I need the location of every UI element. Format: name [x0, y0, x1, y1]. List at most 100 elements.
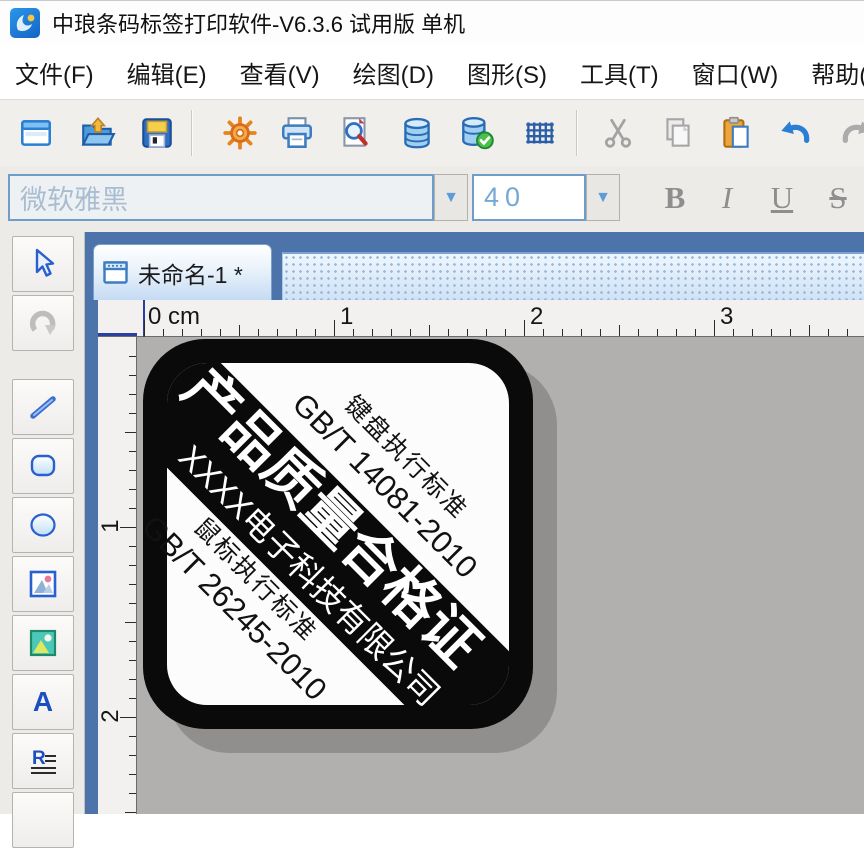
ruler-tick	[714, 320, 715, 336]
save-button[interactable]	[134, 107, 180, 159]
ruler-tick	[581, 329, 582, 336]
save-floppy-icon	[138, 114, 176, 152]
ruler-tick	[638, 329, 639, 336]
open-folder-icon	[79, 114, 117, 152]
ruler-tick	[828, 329, 829, 336]
ruler-tick	[129, 679, 136, 680]
ruler-tick	[220, 329, 221, 336]
print-preview-button[interactable]	[332, 107, 378, 159]
picture-tool-button[interactable]	[12, 615, 74, 671]
database-button[interactable]	[394, 107, 440, 159]
font-size-input[interactable]	[472, 174, 586, 221]
font-name-dropdown[interactable]: ▼	[434, 174, 468, 221]
ruler-tick	[277, 329, 278, 336]
database-check-button[interactable]	[454, 107, 500, 159]
svg-text:A: A	[33, 686, 53, 717]
select-tool-button[interactable]	[12, 236, 74, 292]
menu-tools[interactable]: 工具(T)	[580, 55, 659, 90]
redo-button[interactable]	[834, 107, 864, 159]
menu-edit[interactable]: 编辑(E)	[127, 55, 207, 90]
strikethrough-button[interactable]: S	[815, 175, 861, 221]
chevron-down-icon: ▼	[443, 189, 459, 207]
ruler-tick	[486, 329, 487, 336]
ruler-tick	[600, 329, 601, 336]
rotate-tool-button[interactable]	[12, 295, 74, 351]
paste-button[interactable]	[713, 107, 759, 159]
font-name-input[interactable]	[8, 174, 434, 221]
text-icon: A	[25, 684, 61, 720]
italic-button[interactable]: I	[704, 175, 750, 221]
ellipse-tool-button[interactable]	[12, 497, 74, 553]
toolbar-separator	[191, 110, 193, 156]
line-icon	[25, 389, 61, 425]
document-tab[interactable]: 未命名-1 *	[93, 244, 272, 300]
tab-bar-filler	[282, 252, 864, 300]
ruler-tick	[315, 329, 316, 336]
ruler-tick	[129, 546, 136, 547]
ruler-tick	[129, 793, 136, 794]
underline-button[interactable]: U	[759, 175, 805, 221]
redo-icon	[838, 114, 864, 152]
document-tab-label: 未命名-1 *	[138, 256, 243, 290]
ruler-tick	[619, 325, 620, 336]
ruler-tick	[129, 565, 136, 566]
copy-button[interactable]	[655, 107, 701, 159]
menu-shapes[interactable]: 图形(S)	[467, 55, 547, 90]
cut-button[interactable]	[595, 107, 641, 159]
rotate-icon	[25, 305, 61, 341]
cut-scissors-icon	[599, 114, 637, 152]
ellipse-icon	[25, 507, 61, 543]
cursor-arrow-icon	[25, 246, 61, 282]
text-tool-button[interactable]: A	[12, 674, 74, 730]
ruler-tick	[125, 812, 136, 813]
ruler-tick	[125, 432, 136, 433]
extra-tool-button[interactable]	[12, 792, 74, 848]
ruler-tick	[129, 698, 136, 699]
design-canvas[interactable]: 键盘执行标准 GB/T 14081-2010 产品质量合格证 XXXX电子科技有…	[137, 337, 864, 814]
image-tool-button[interactable]	[12, 556, 74, 612]
ruler-tick	[129, 603, 136, 604]
ruler-tick	[410, 329, 411, 336]
document-workspace: 未命名-1 * 0 cm123 12	[85, 232, 864, 814]
paste-icon	[717, 114, 755, 152]
ruler-number: 2	[530, 303, 543, 331]
bold-button[interactable]: B	[652, 175, 698, 221]
ruler-tick	[129, 774, 136, 775]
ruler-tick	[752, 329, 753, 336]
menu-file[interactable]: 文件(F)	[15, 55, 94, 90]
ruler-tick	[372, 329, 373, 336]
font-size-dropdown[interactable]: ▼	[586, 174, 620, 221]
ruler-tick	[125, 622, 136, 623]
ruler-tick	[695, 329, 696, 336]
settings-button[interactable]	[217, 107, 263, 159]
menu-draw[interactable]: 绘图(D)	[353, 55, 434, 90]
menu-window[interactable]: 窗口(W)	[692, 55, 779, 90]
toolbox-panel: A R	[0, 232, 85, 814]
label-artwork[interactable]: 键盘执行标准 GB/T 14081-2010 产品质量合格证 XXXX电子科技有…	[137, 337, 864, 814]
svg-text:R: R	[32, 748, 46, 769]
printer-icon	[278, 114, 316, 152]
ruler-tick	[129, 394, 136, 395]
ruler-tick	[676, 329, 677, 336]
undo-button[interactable]	[772, 107, 818, 159]
app-logo-icon	[10, 8, 40, 38]
rich-text-tool-button[interactable]: R	[12, 733, 74, 789]
ruler-number: 1	[340, 303, 353, 331]
copy-icon	[659, 114, 697, 152]
ruler-tick	[467, 329, 468, 336]
print-button[interactable]	[274, 107, 320, 159]
rounded-rect-tool-button[interactable]	[12, 438, 74, 494]
grid-button[interactable]	[517, 107, 563, 159]
toolbar-separator	[576, 110, 578, 156]
settings-gear-icon	[221, 114, 259, 152]
menu-help[interactable]: 帮助(H)	[811, 55, 864, 90]
menu-view[interactable]: 查看(V)	[240, 55, 320, 90]
new-document-button[interactable]	[13, 107, 59, 159]
open-file-button[interactable]	[75, 107, 121, 159]
ruler-tick	[129, 755, 136, 756]
ruler-tick	[129, 736, 136, 737]
chevron-down-icon: ▼	[595, 189, 611, 207]
rich-text-icon: R	[25, 743, 61, 779]
line-tool-button[interactable]	[12, 379, 74, 435]
ruler-tick	[524, 320, 525, 336]
